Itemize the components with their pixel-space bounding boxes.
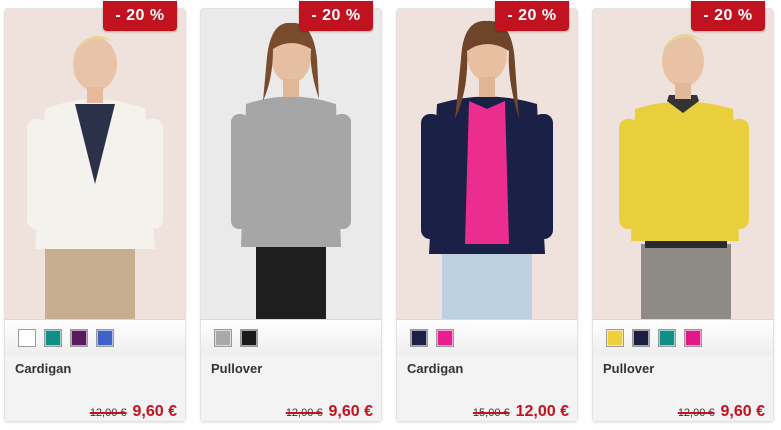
model-grey-pullover-image (201, 9, 381, 319)
sale-price: 9,60 € (132, 403, 177, 420)
discount-badge: - 20 % (495, 1, 569, 31)
color-swatch-teal[interactable] (658, 328, 676, 347)
old-price: 15,00 € (472, 407, 510, 419)
price-row: 12,00 € 9,60 € (286, 403, 373, 421)
product-photo[interactable] (201, 9, 381, 319)
product-name[interactable]: Pullover (211, 361, 262, 376)
old-price: 12,00 € (285, 407, 323, 419)
old-price: 12,00 € (677, 407, 715, 419)
color-swatch-pink[interactable] (684, 328, 702, 347)
product-card[interactable]: - 20 % Pullover 12,00 € 9,60 € (200, 1, 382, 422)
product-info: Cardigan 12,00 € 9,60 € (5, 355, 185, 421)
sale-price: 12,00 € (515, 403, 569, 420)
product-name[interactable]: Cardigan (407, 361, 463, 376)
product-card[interactable]: - 20 % Cardigan 15,00 € 12,00 € (396, 1, 578, 422)
discount-badge: - 20 % (691, 1, 765, 31)
color-swatch-purple[interactable] (70, 328, 88, 347)
color-swatch-pink[interactable] (436, 328, 454, 347)
product-photo[interactable] (5, 9, 185, 319)
product-info: Pullover 12,00 € 9,60 € (593, 355, 773, 421)
color-swatch-teal[interactable] (44, 328, 62, 347)
color-swatch-black[interactable] (240, 328, 258, 347)
product-grid: - 20 % Cardigan 12,00 € 9,60 € - 20 % Pu… (0, 0, 781, 430)
color-swatch-yellow[interactable] (606, 328, 624, 347)
color-swatch-white[interactable] (18, 328, 36, 347)
model-yellow-pullover-image (593, 9, 773, 319)
discount-badge: - 20 % (103, 1, 177, 31)
product-info: Pullover 12,00 € 9,60 € (201, 355, 381, 421)
price-row: 15,00 € 12,00 € (473, 403, 569, 421)
color-swatches (201, 319, 381, 355)
color-swatch-navy[interactable] (410, 328, 428, 347)
sale-price: 9,60 € (328, 403, 373, 420)
color-swatches (5, 319, 185, 355)
color-swatch-blue[interactable] (96, 328, 114, 347)
discount-badge: - 20 % (299, 1, 373, 31)
product-photo[interactable] (397, 9, 577, 319)
color-swatch-navy[interactable] (632, 328, 650, 347)
price-row: 12,00 € 9,60 € (90, 403, 177, 421)
model-white-cardigan-image (5, 9, 185, 319)
old-price: 12,00 € (89, 407, 127, 419)
product-name[interactable]: Pullover (603, 361, 654, 376)
product-card[interactable]: - 20 % Cardigan 12,00 € 9,60 € (4, 1, 186, 422)
product-photo[interactable] (593, 9, 773, 319)
price-row: 12,00 € 9,60 € (678, 403, 765, 421)
sale-price: 9,60 € (720, 403, 765, 420)
model-navy-cardigan-image (397, 9, 577, 319)
product-name[interactable]: Cardigan (15, 361, 71, 376)
color-swatches (593, 319, 773, 355)
color-swatches (397, 319, 577, 355)
color-swatch-grey[interactable] (214, 328, 232, 347)
product-info: Cardigan 15,00 € 12,00 € (397, 355, 577, 421)
product-card[interactable]: - 20 % Pullover 12,00 € 9,60 € (592, 1, 774, 422)
